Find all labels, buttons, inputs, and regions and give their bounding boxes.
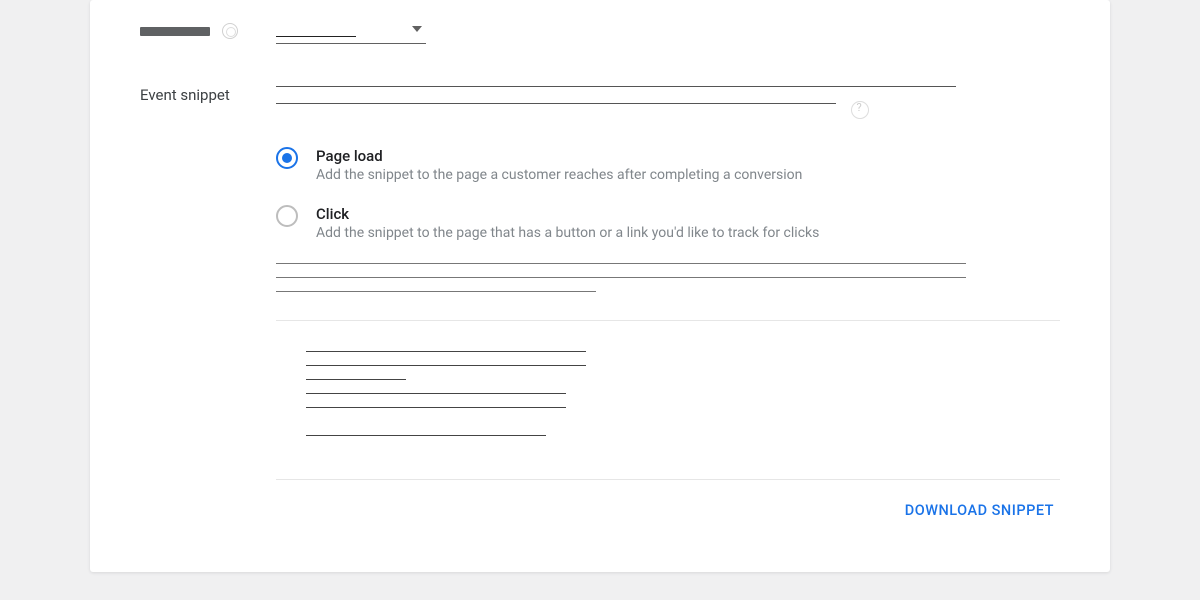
radio-text: Page load Add the snippet to the page a … (316, 147, 802, 183)
radio-icon (276, 147, 298, 169)
redacted-text-line (276, 277, 966, 278)
snippet-footer: DOWNLOAD SNIPPET (276, 479, 1060, 523)
section-bar (140, 27, 210, 36)
tag-select[interactable] (276, 18, 426, 44)
snippet-code-block (276, 320, 1060, 479)
snippet-trigger-radios: Page load Add the snippet to the page a … (276, 147, 1060, 241)
redacted-code-line (306, 435, 546, 436)
radio-desc: Add the snippet to the page a customer r… (316, 167, 802, 183)
section-content: Page load Add the snippet to the page a … (276, 86, 1060, 523)
redacted-code-line (306, 351, 586, 352)
radio-icon (276, 205, 298, 227)
redacted-code-line (306, 393, 566, 394)
radio-title: Click (316, 205, 819, 223)
redacted-text-line (276, 103, 836, 104)
info-icon[interactable] (851, 101, 869, 119)
redacted-code-line (306, 379, 406, 380)
radio-text: Click Add the snippet to the page that h… (316, 205, 819, 241)
redacted-code-line (306, 407, 566, 408)
settings-card: Event snippet Page load Add the snippet … (90, 0, 1110, 572)
event-snippet-section: Event snippet Page load Add the snippet … (140, 86, 1060, 523)
tag-type-row (140, 18, 1060, 44)
help-icon[interactable] (222, 23, 238, 39)
explanatory-paragraph (276, 263, 1060, 292)
radio-option-page-load[interactable]: Page load Add the snippet to the page a … (276, 147, 1060, 183)
section-label: Event snippet (140, 86, 276, 523)
chevron-down-icon (412, 26, 422, 32)
radio-option-click[interactable]: Click Add the snippet to the page that h… (276, 205, 1060, 241)
download-snippet-button[interactable]: DOWNLOAD SNIPPET (899, 498, 1060, 523)
radio-title: Page load (316, 147, 802, 165)
redacted-text-line (276, 291, 596, 292)
redacted-text-line (276, 86, 956, 87)
select-redacted-value (276, 36, 356, 37)
radio-desc: Add the snippet to the page that has a b… (316, 225, 819, 241)
redacted-code-line (306, 365, 586, 366)
redacted-text-line (276, 263, 966, 264)
